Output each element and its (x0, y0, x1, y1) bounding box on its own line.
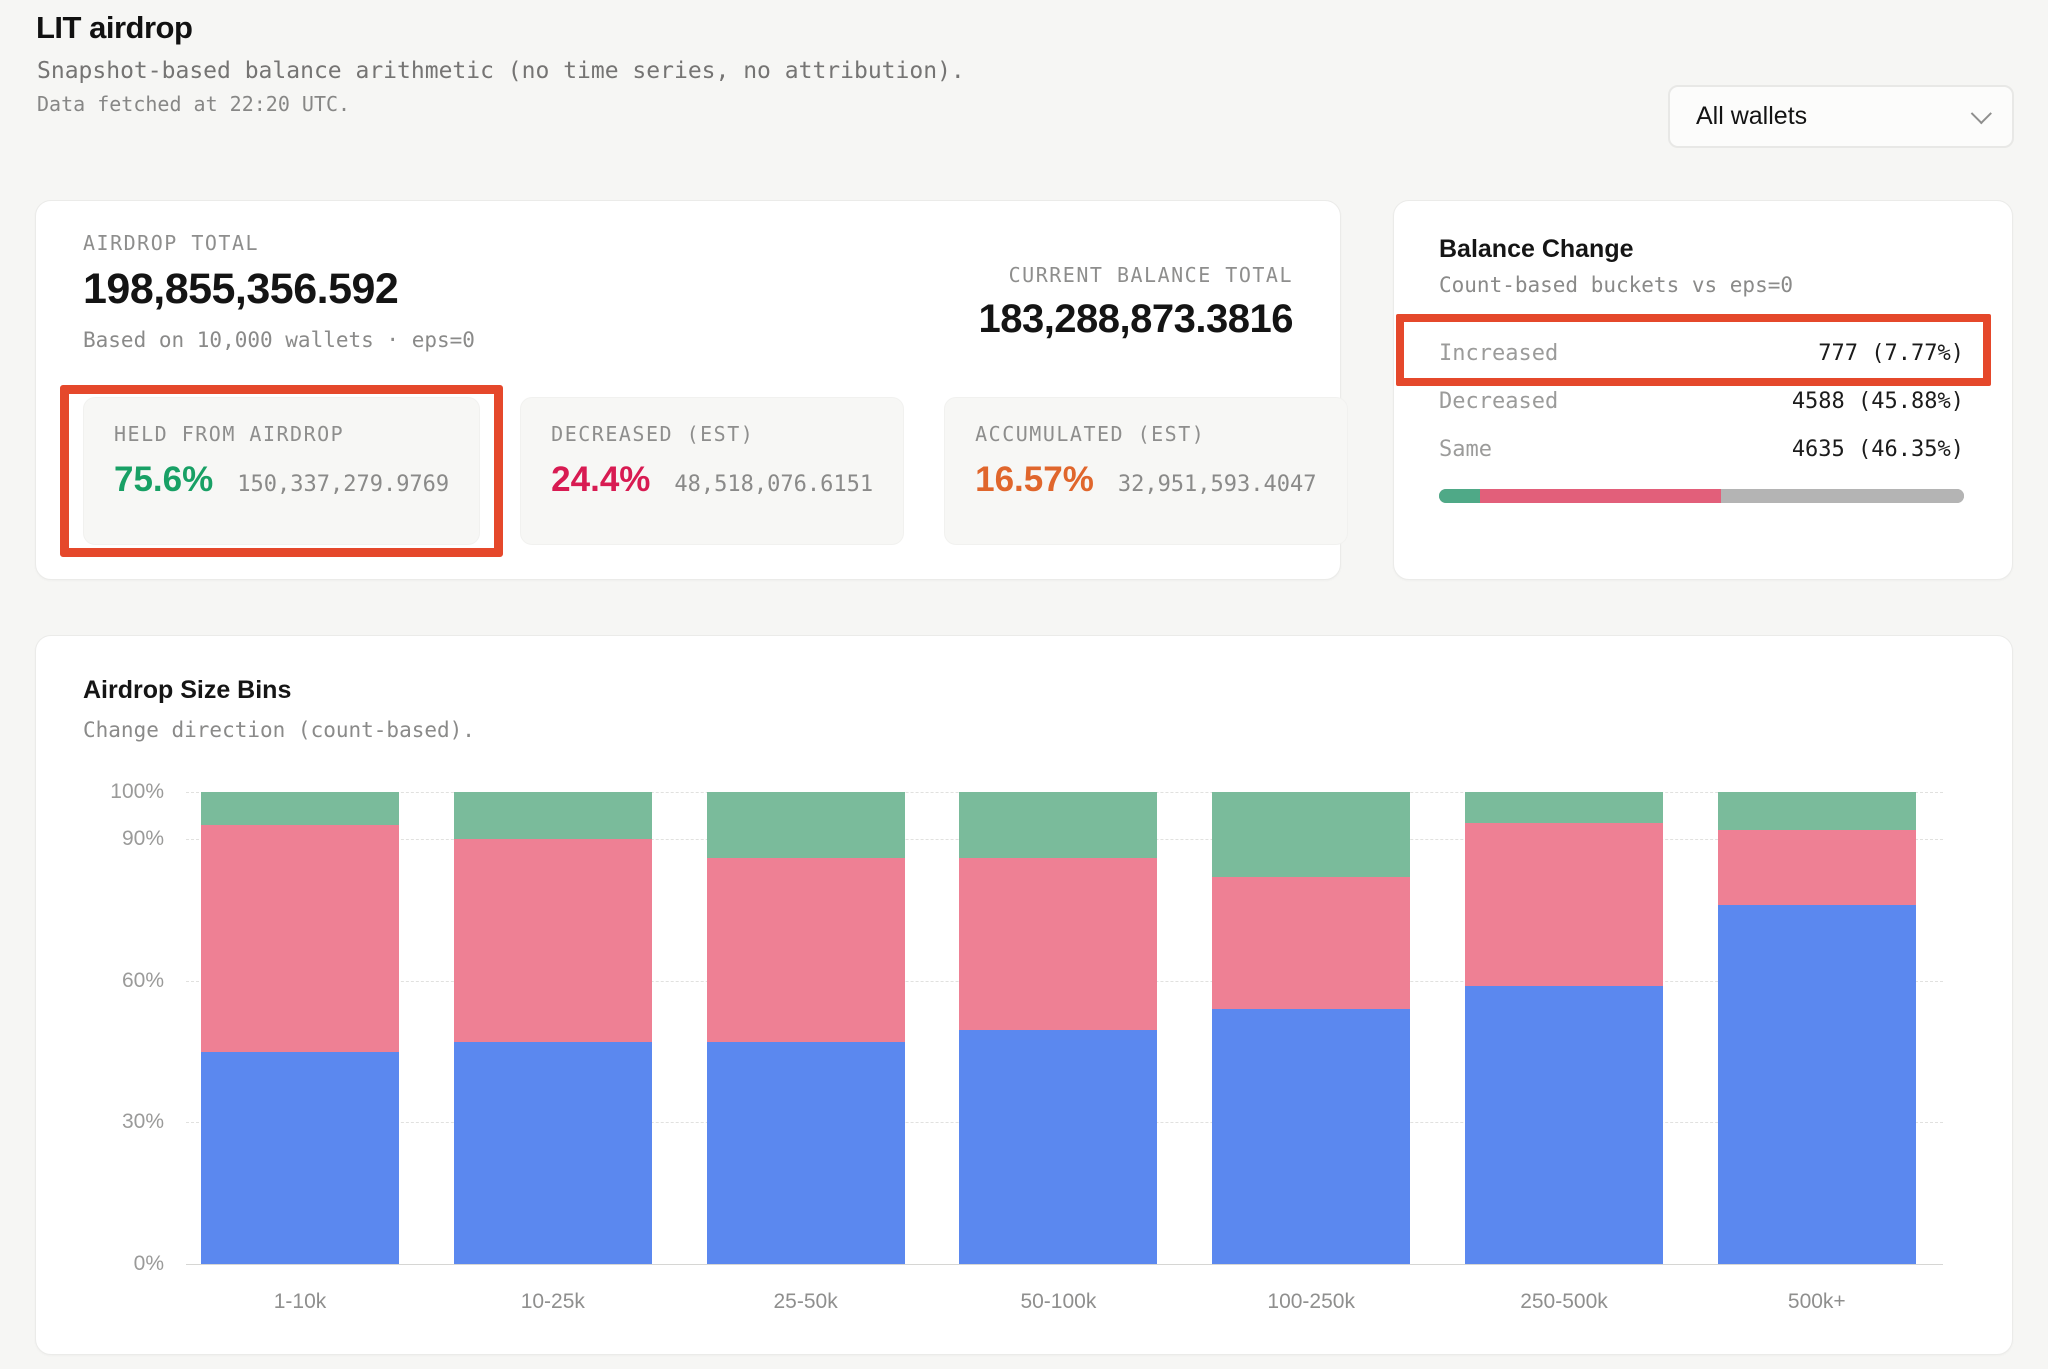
bar-segment-blue-bottom (707, 1042, 905, 1264)
balance-change-card: Balance Change Count-based buckets vs ep… (1393, 200, 2013, 580)
airdrop-total-label: AIRDROP TOTAL (83, 231, 475, 255)
stacked-bar-10-25k (454, 792, 652, 1264)
x-axis-tick-label: 1-10k (201, 1290, 399, 1314)
airdrop-total-block: AIRDROP TOTAL 198,855,356.592 Based on 1… (83, 231, 475, 352)
bar-segment-green-top (959, 792, 1157, 858)
summary-card: AIRDROP TOTAL 198,855,356.592 Based on 1… (35, 200, 1341, 580)
current-balance-label: CURRENT BALANCE TOTAL (978, 263, 1293, 287)
bar-segment-blue-bottom (454, 1042, 652, 1264)
x-axis-tick-label: 100-250k (1212, 1290, 1410, 1314)
bar-segment-blue-bottom (959, 1030, 1157, 1264)
bar-segment-pink-middle (707, 858, 905, 1042)
bar-segment-green-top (454, 792, 652, 839)
progress-segment-decreased (1480, 489, 1721, 503)
current-balance-block: CURRENT BALANCE TOTAL 183,288,873.3816 (978, 263, 1293, 342)
airdrop-total-value: 198,855,356.592 (83, 265, 475, 314)
page-title: LIT airdrop (36, 10, 192, 46)
tile-label: HELD FROM AIRDROP (114, 422, 449, 446)
decreased-row: Decreased 4588 (45.88%) (1439, 377, 1964, 425)
chart-title: Airdrop Size Bins (83, 676, 291, 705)
airdrop-total-note: Based on 10,000 wallets · eps=0 (83, 328, 475, 352)
x-axis-tick-label: 50-100k (959, 1290, 1157, 1314)
y-axis-tick-label: 100% (110, 780, 164, 804)
data-fetched-note: Data fetched at 22:20 UTC. (37, 92, 350, 116)
current-balance-value: 183,288,873.3816 (978, 297, 1293, 342)
wallet-filter-dropdown[interactable]: All wallets (1668, 85, 2014, 148)
chart-subtitle: Change direction (count-based). (83, 718, 475, 742)
y-axis-tick-label: 60% (122, 969, 164, 993)
increased-row: Increased 777 (7.77%) (1439, 329, 1964, 377)
tile-value: 150,337,279.9769 (237, 472, 449, 497)
row-value: 4588 (45.88%) (1792, 389, 1964, 414)
balance-change-rows: Increased 777 (7.77%) Decreased 4588 (45… (1439, 329, 1964, 473)
tile-percent: 24.4% (551, 460, 650, 500)
x-axis-tick-label: 250-500k (1465, 1290, 1663, 1314)
bar-segment-pink-middle (1212, 877, 1410, 1009)
bar-segment-green-top (1465, 792, 1663, 823)
tile-label: DECREASED (EST) (551, 422, 873, 446)
held-from-airdrop-tile: HELD FROM AIRDROP 75.6% 150,337,279.9769 (83, 397, 480, 545)
y-axis-tick-label: 0% (134, 1252, 164, 1276)
tile-value: 32,951,593.4047 (1118, 472, 1317, 497)
stacked-bar-250-500k (1465, 792, 1663, 1264)
row-label: Decreased (1439, 389, 1558, 414)
stacked-bar-500k+ (1718, 792, 1916, 1264)
stacked-bar-100-250k (1212, 792, 1410, 1264)
bar-segment-pink-middle (959, 858, 1157, 1030)
y-axis-tick-label: 90% (122, 827, 164, 851)
bar-segment-pink-middle (201, 825, 399, 1052)
bar-segment-blue-bottom (1212, 1009, 1410, 1264)
bar-segment-green-top (1212, 792, 1410, 877)
page: LIT airdrop Snapshot-based balance arith… (0, 0, 2048, 1369)
bar-segment-green-top (707, 792, 905, 858)
row-value: 4635 (46.35%) (1792, 437, 1964, 462)
bar-segment-green-top (1718, 792, 1916, 830)
page-subtitle: Snapshot-based balance arithmetic (no ti… (37, 58, 965, 84)
tile-value: 48,518,076.6151 (674, 472, 873, 497)
progress-segment-same (1721, 489, 1964, 503)
y-axis-tick-label: 30% (122, 1110, 164, 1134)
wallet-filter-value: All wallets (1696, 102, 1807, 131)
x-axis-tick-label: 10-25k (454, 1290, 652, 1314)
x-axis-line (186, 1264, 1943, 1265)
bar-segment-pink-middle (454, 839, 652, 1042)
bar-segment-blue-bottom (201, 1052, 399, 1264)
chevron-down-icon (1971, 103, 1992, 124)
stacked-bar-25-50k (707, 792, 905, 1264)
bar-segment-blue-bottom (1465, 986, 1663, 1264)
balance-change-title: Balance Change (1439, 235, 1634, 264)
row-label: Increased (1439, 341, 1558, 366)
tile-label: ACCUMULATED (EST) (975, 422, 1316, 446)
x-axis-tick-label: 500k+ (1718, 1290, 1916, 1314)
balance-change-subtitle: Count-based buckets vs eps=0 (1439, 273, 1793, 297)
tile-percent: 16.57% (975, 460, 1094, 500)
summary-tiles: HELD FROM AIRDROP 75.6% 150,337,279.9769… (83, 397, 1309, 545)
stacked-bar-1-10k (201, 792, 399, 1264)
chart-card: Airdrop Size Bins Change direction (coun… (35, 635, 2013, 1355)
decreased-tile: DECREASED (EST) 24.4% 48,518,076.6151 (520, 397, 904, 545)
row-value: 777 (7.77%) (1818, 341, 1964, 366)
bar-segment-green-top (201, 792, 399, 825)
chart-plot: 100%90%60%30%0%1-10k10-25k25-50k50-100k1… (186, 792, 1943, 1264)
stacked-bar-50-100k (959, 792, 1157, 1264)
same-row: Same 4635 (46.35%) (1439, 425, 1964, 473)
accumulated-tile: ACCUMULATED (EST) 16.57% 32,951,593.4047 (944, 397, 1347, 545)
bar-segment-blue-bottom (1718, 905, 1916, 1264)
bar-segment-pink-middle (1465, 823, 1663, 986)
balance-change-progress-bar (1439, 489, 1964, 503)
row-label: Same (1439, 437, 1492, 462)
tile-percent: 75.6% (114, 460, 213, 500)
x-axis-tick-label: 25-50k (707, 1290, 905, 1314)
bar-segment-pink-middle (1718, 830, 1916, 906)
progress-segment-increased (1439, 489, 1480, 503)
